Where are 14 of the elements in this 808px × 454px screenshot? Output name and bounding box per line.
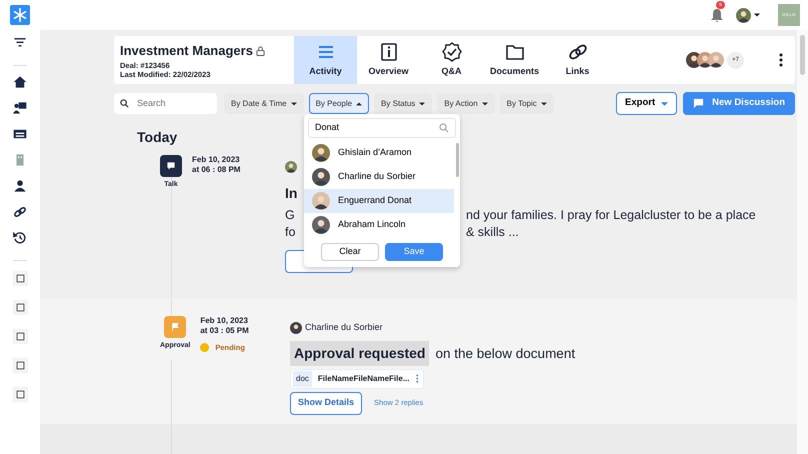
body-text: & skills ... xyxy=(466,224,519,241)
body-text: on the below document xyxy=(435,344,576,362)
post-title: In xyxy=(285,184,298,203)
body-text: G xyxy=(285,207,295,224)
body-text: fo xyxy=(285,224,296,241)
deal-title: Investment Managers xyxy=(120,42,253,60)
file-type-label: doc xyxy=(293,370,312,386)
section-heading: Today xyxy=(137,128,178,147)
highlighted-text: Approval requested xyxy=(290,340,430,366)
event-timestamp: Feb 10, 2023 at 03 : 05 PM xyxy=(200,316,249,336)
body-text: nd your families. I pray for Legalcluster to be a place xyxy=(466,207,756,224)
file-name: FileNameFileNameFile... xyxy=(318,372,410,384)
event-timestamp: Feb 10, 2023 at 06 : 08 PM xyxy=(192,155,240,175)
author-name: Charline du Sorbier xyxy=(305,321,383,334)
